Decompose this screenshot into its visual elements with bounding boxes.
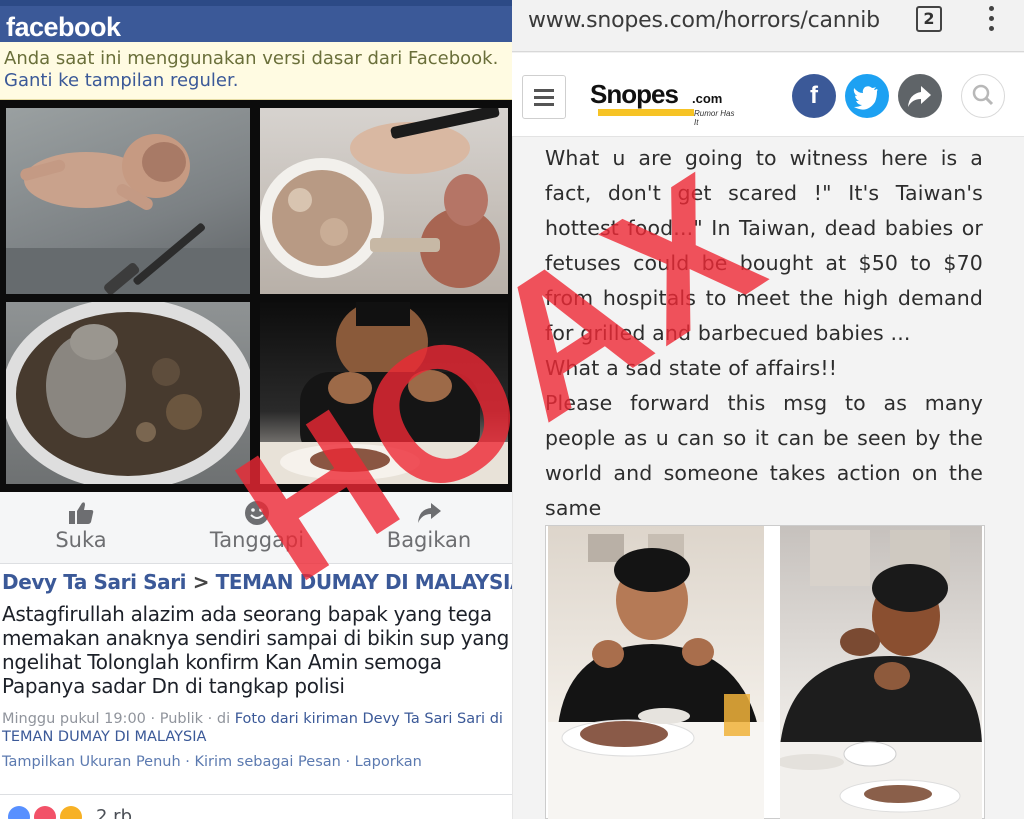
share-arrow-icon [418, 503, 441, 523]
man-eating-image-1 [548, 534, 764, 819]
switch-regular-link[interactable]: Ganti ke tampilan reguler. [4, 70, 508, 92]
author-separator: > [192, 570, 210, 594]
article-photo-left [548, 526, 764, 819]
browser-url-bar: www.snopes.com/horrors/cannib 2 [512, 0, 1024, 52]
share-label: Bagikan [386, 528, 472, 552]
basic-version-notice: Anda saat ini menggunakan versi dasar da… [0, 42, 512, 100]
react-button[interactable]: Tanggapi [182, 500, 332, 552]
reaction-summary[interactable]: 2 rb [0, 794, 512, 819]
post-meta: Minggu pukul 19:00 · Publik · di Foto da… [2, 710, 512, 746]
post-time: Minggu pukul 19:00 · Publik · di [2, 711, 235, 727]
article-paragraph-3: Please forward this msg to as many peopl… [545, 391, 983, 520]
article-content: What u are going to witness here is a fa… [512, 137, 1024, 819]
snopes-panel: www.snopes.com/horrors/cannib 2 Snopes .… [512, 0, 1024, 819]
share-button[interactable] [898, 74, 942, 118]
photo-tile-1 [6, 108, 250, 294]
share-button[interactable]: Bagikan [354, 500, 504, 552]
search-button[interactable] [961, 74, 1005, 118]
twitter-share-button[interactable] [845, 74, 889, 118]
logo-underline [598, 109, 694, 116]
photo-tile-4-image [260, 302, 508, 484]
photo-tile-1-image [6, 134, 250, 294]
like-reaction-icon [8, 806, 30, 819]
article-paragraph-1: What u are going to witness here is a fa… [545, 146, 983, 345]
share-icon [908, 86, 931, 107]
article-paragraph-2: What a sad state of affairs!! [545, 356, 838, 380]
post-author-line: Devy Ta Sari Sari > TEMAN DUMAY DI MALAY… [2, 570, 512, 594]
group-link[interactable]: TEMAN DUMAY DI MALAYSIA [216, 570, 512, 594]
article-photo[interactable] [545, 525, 985, 819]
smiley-icon [245, 501, 269, 525]
photo-tile-3 [6, 302, 250, 484]
haha-reaction-icon [60, 806, 82, 819]
search-icon [972, 84, 993, 106]
photo-tile-4 [260, 302, 508, 484]
snopes-logo[interactable]: Snopes .com Rumor Has It [590, 79, 740, 127]
article-photo-right [780, 526, 982, 819]
facebook-logo[interactable]: facebook [6, 12, 121, 43]
facebook-panel: facebook Anda saat ini menggunakan versi… [0, 0, 512, 819]
tab-count-button[interactable]: 2 [916, 6, 942, 32]
facebook-header: facebook [0, 6, 512, 42]
post-actions: Suka Tanggapi Bagikan [0, 492, 512, 564]
notice-text: Anda saat ini menggunakan versi dasar da… [4, 48, 499, 69]
logo-tagline: Rumor Has It [694, 109, 735, 127]
photo-tile-3-image [6, 302, 250, 484]
article-body: What u are going to witness here is a fa… [545, 141, 983, 526]
man-eating-image-2 [780, 530, 982, 819]
post-details: Devy Ta Sari Sari > TEMAN DUMAY DI MALAY… [0, 564, 512, 794]
post-photo[interactable] [0, 100, 512, 492]
logo-domain: .com [692, 91, 723, 106]
url-field[interactable]: www.snopes.com/horrors/cannib [528, 8, 884, 33]
like-button[interactable]: Suka [6, 500, 156, 552]
logo-word: Snopes [590, 79, 679, 109]
facebook-share-button[interactable]: f [792, 74, 836, 118]
photo-tile-2 [260, 108, 508, 294]
like-label: Suka [55, 528, 107, 552]
snopes-header: Snopes .com Rumor Has It f [512, 53, 1024, 137]
hamburger-menu-icon[interactable] [522, 75, 566, 119]
react-label: Tanggapi [209, 528, 305, 552]
thumbs-up-icon [69, 502, 94, 524]
kebab-menu-icon[interactable] [982, 6, 1000, 36]
love-reaction-icon [34, 806, 56, 819]
author-link[interactable]: Devy Ta Sari Sari [2, 570, 187, 594]
post-links[interactable]: Tampilkan Ukuran Penuh · Kirim sebagai P… [2, 754, 512, 770]
photo-tile-2-image [260, 108, 500, 288]
reaction-count: 2 rb [96, 806, 132, 819]
facebook-icon: f [810, 82, 818, 109]
post-text: Astagfirullah alazim ada seorang bapak y… [2, 602, 509, 698]
twitter-icon [853, 86, 878, 110]
